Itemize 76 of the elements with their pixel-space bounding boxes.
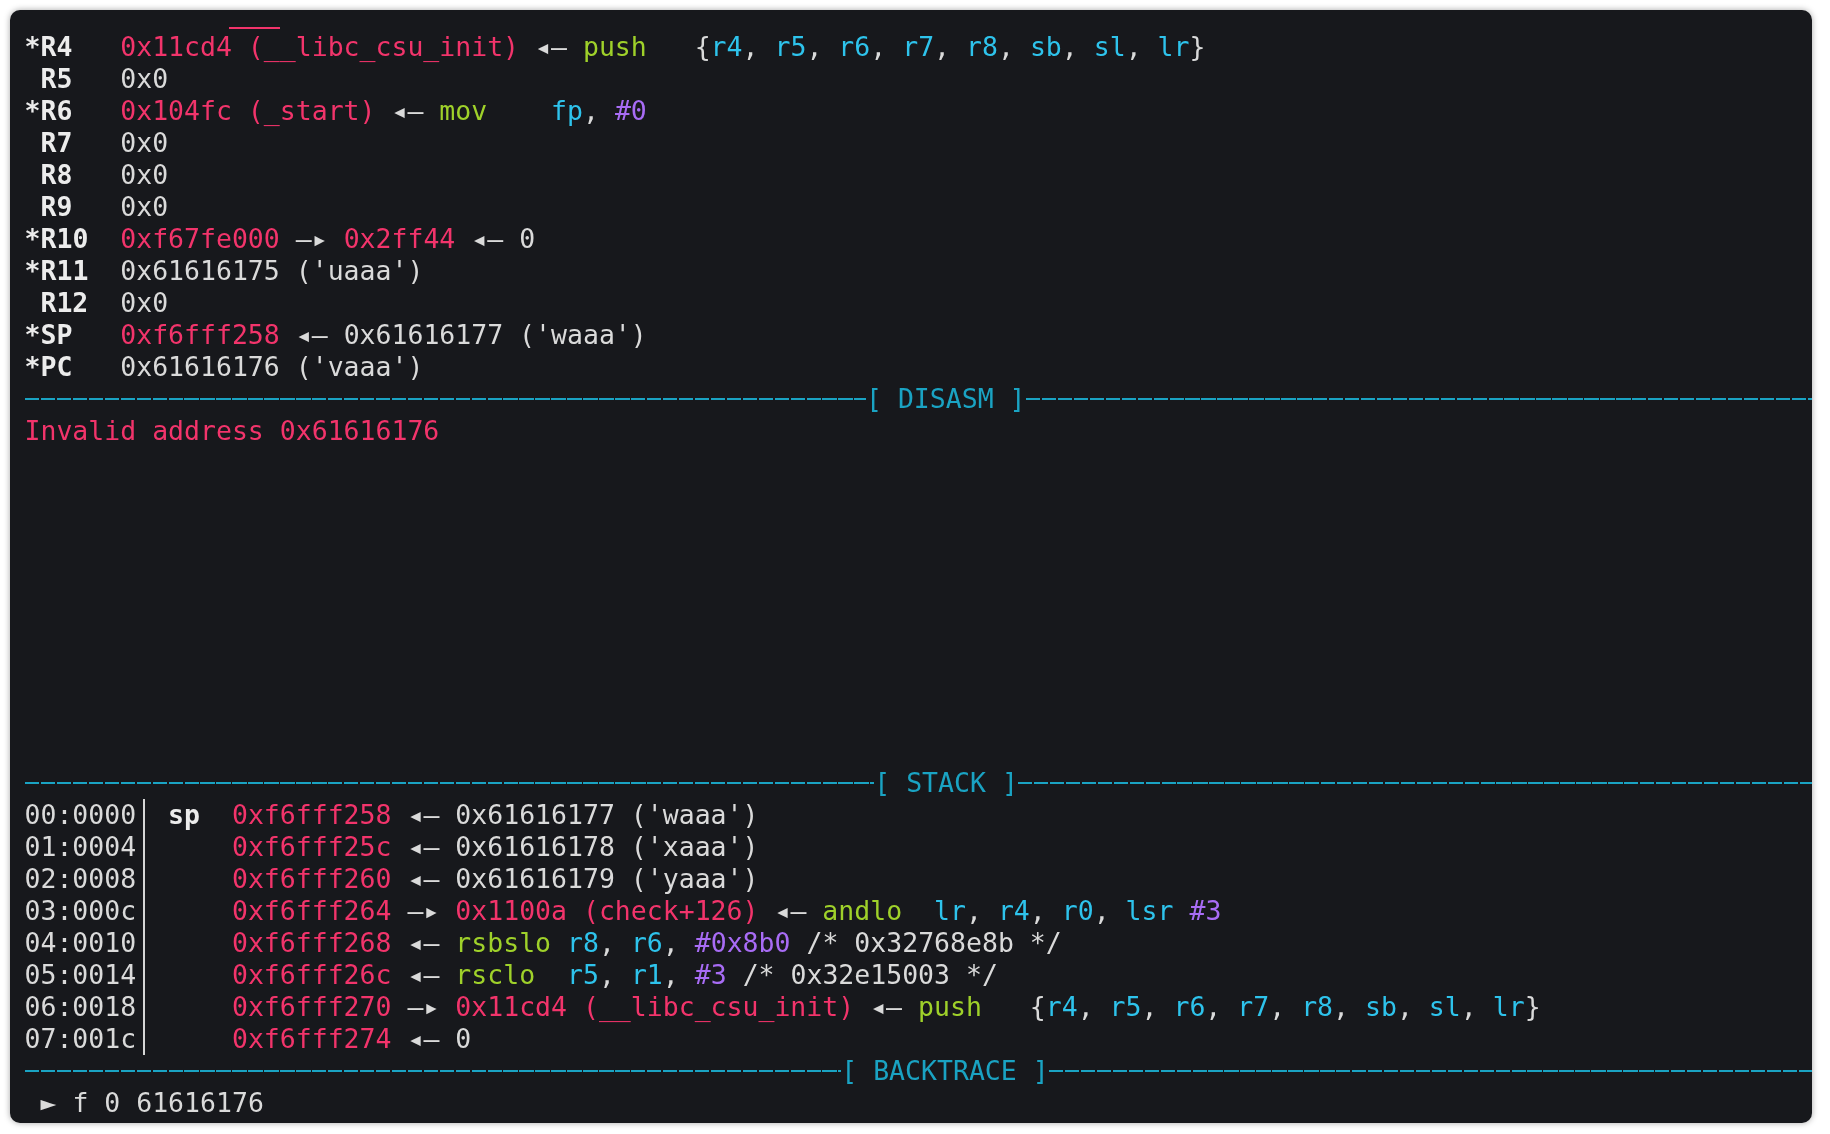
left-arrow: ◂— bbox=[407, 927, 440, 958]
stack-offset: 04:0010 bbox=[24, 927, 137, 958]
value-text: 0x0 bbox=[120, 287, 169, 318]
section-title: [ BACKTRACE ] bbox=[841, 1055, 1049, 1087]
value-text: 0x61616177 ('waaa') bbox=[343, 319, 647, 350]
value-text: 0x0 bbox=[120, 159, 169, 190]
address-text: 0xf6fff260 bbox=[231, 863, 392, 894]
stack-offset: 01:0004 bbox=[24, 831, 137, 862]
address-text: 0xf6fff258 bbox=[231, 799, 392, 830]
register-name: *PC bbox=[24, 351, 73, 382]
register-name: R9 bbox=[40, 191, 73, 222]
section-title: [ DISASM ] bbox=[866, 383, 1026, 415]
address-text: 0x11cd4 (__libc_csu_init) bbox=[120, 31, 520, 62]
instruction-text: mov fp, #0 bbox=[439, 95, 647, 126]
register-name: R5 bbox=[40, 63, 73, 94]
left-arrow: ◂— bbox=[391, 95, 424, 126]
left-arrow: ◂— bbox=[407, 863, 440, 894]
instruction-text: rsbslo r8, r6, #0x8b0 /* 0x32768e8b */ bbox=[455, 927, 1062, 958]
register-name: *R4 bbox=[24, 31, 73, 62]
left-arrow: ◂— bbox=[535, 31, 567, 62]
address-text: 0x11cd4 (__libc_csu_init) bbox=[455, 991, 855, 1022]
address-text: 0xf6fff26c bbox=[231, 959, 392, 990]
stack-offset: 03:000c bbox=[24, 895, 137, 926]
left-arrow: ◂— bbox=[295, 319, 328, 350]
register-name: R7 bbox=[40, 127, 73, 158]
left-arrow: ◂— bbox=[407, 1023, 440, 1054]
stack-offset: 06:0018 bbox=[24, 991, 137, 1022]
value-text: 0x61616178 ('xaaa') bbox=[455, 831, 759, 862]
register-name: *R11 bbox=[24, 255, 89, 286]
right-arrow: —▸ bbox=[407, 895, 440, 926]
address-text: 0xf6fff264 bbox=[231, 895, 392, 926]
stack-offset: 05:0014 bbox=[24, 959, 137, 990]
value-text: 0x61616175 ('uaaa') bbox=[120, 255, 424, 286]
backtrace-frame: f 0 61616176 bbox=[72, 1087, 264, 1118]
address-text: 0xf6fff274 bbox=[231, 1023, 392, 1054]
stack-offset: 00:0000 bbox=[24, 799, 137, 830]
register-name: R8 bbox=[40, 159, 73, 190]
address-text: 0x104fc (_start) bbox=[120, 95, 376, 126]
register-name: *R10 bbox=[24, 223, 89, 254]
address-text: 0xf67fe000 bbox=[120, 223, 280, 254]
left-arrow: ◂— bbox=[407, 799, 440, 830]
value-text: 0x61616176 ('vaaa') bbox=[120, 351, 424, 382]
stack-offset: 02:0008 bbox=[24, 863, 137, 894]
address-text: 0x1100a (check+126) bbox=[455, 895, 759, 926]
left-arrow: ◂— bbox=[471, 223, 504, 254]
register-name: *R6 bbox=[24, 95, 73, 126]
stack-offset: 07:001c bbox=[24, 1023, 137, 1054]
stack-pointer-label: sp bbox=[168, 799, 201, 830]
register-name: *SP bbox=[24, 319, 73, 350]
address-text: 0xf6fff268 bbox=[231, 927, 392, 958]
value-text: 0x0 bbox=[120, 191, 169, 222]
instruction-text: rsclo r5, r1, #3 /* 0x32e15003 */ bbox=[455, 959, 998, 990]
left-arrow: ◂— bbox=[407, 831, 440, 862]
instruction-text: andlo lr, r4, r0, lsr #3 bbox=[822, 895, 1222, 926]
address-text: 0xf6fff25c bbox=[231, 831, 392, 862]
right-arrow: —▸ bbox=[295, 223, 328, 254]
value-text: 0x61616177 ('waaa') bbox=[455, 799, 759, 830]
address-text: 0x2ff44 bbox=[343, 223, 456, 254]
section-title: [ STACK ] bbox=[874, 767, 1018, 799]
instruction-text: push {r4, r5, r6, r7, r8, sb, sl, lr} bbox=[918, 991, 1541, 1022]
left-arrow: ◂— bbox=[870, 991, 903, 1022]
value-text: 0x0 bbox=[120, 63, 169, 94]
instruction-text: push {r4, r5, r6, r7, r8, sb, sl, lr} bbox=[582, 31, 1206, 62]
address-text: 0xf6fff270 bbox=[231, 991, 392, 1022]
value-text: 0 bbox=[519, 223, 536, 254]
left-arrow: ◂— bbox=[407, 959, 440, 990]
triangle-marker: ► bbox=[40, 1087, 57, 1118]
register-name: R12 bbox=[40, 287, 89, 318]
value-text: 0 bbox=[455, 1023, 472, 1054]
left-arrow: ◂— bbox=[774, 895, 807, 926]
value-text: 0x61616179 ('yaaa') bbox=[455, 863, 759, 894]
error-message: Invalid address 0x61616176 bbox=[24, 415, 440, 446]
right-arrow: —▸ bbox=[407, 991, 440, 1022]
value-text: 0x0 bbox=[120, 127, 169, 158]
address-text: 0xf6fff258 bbox=[120, 319, 280, 350]
underline-fragment bbox=[228, 27, 280, 29]
